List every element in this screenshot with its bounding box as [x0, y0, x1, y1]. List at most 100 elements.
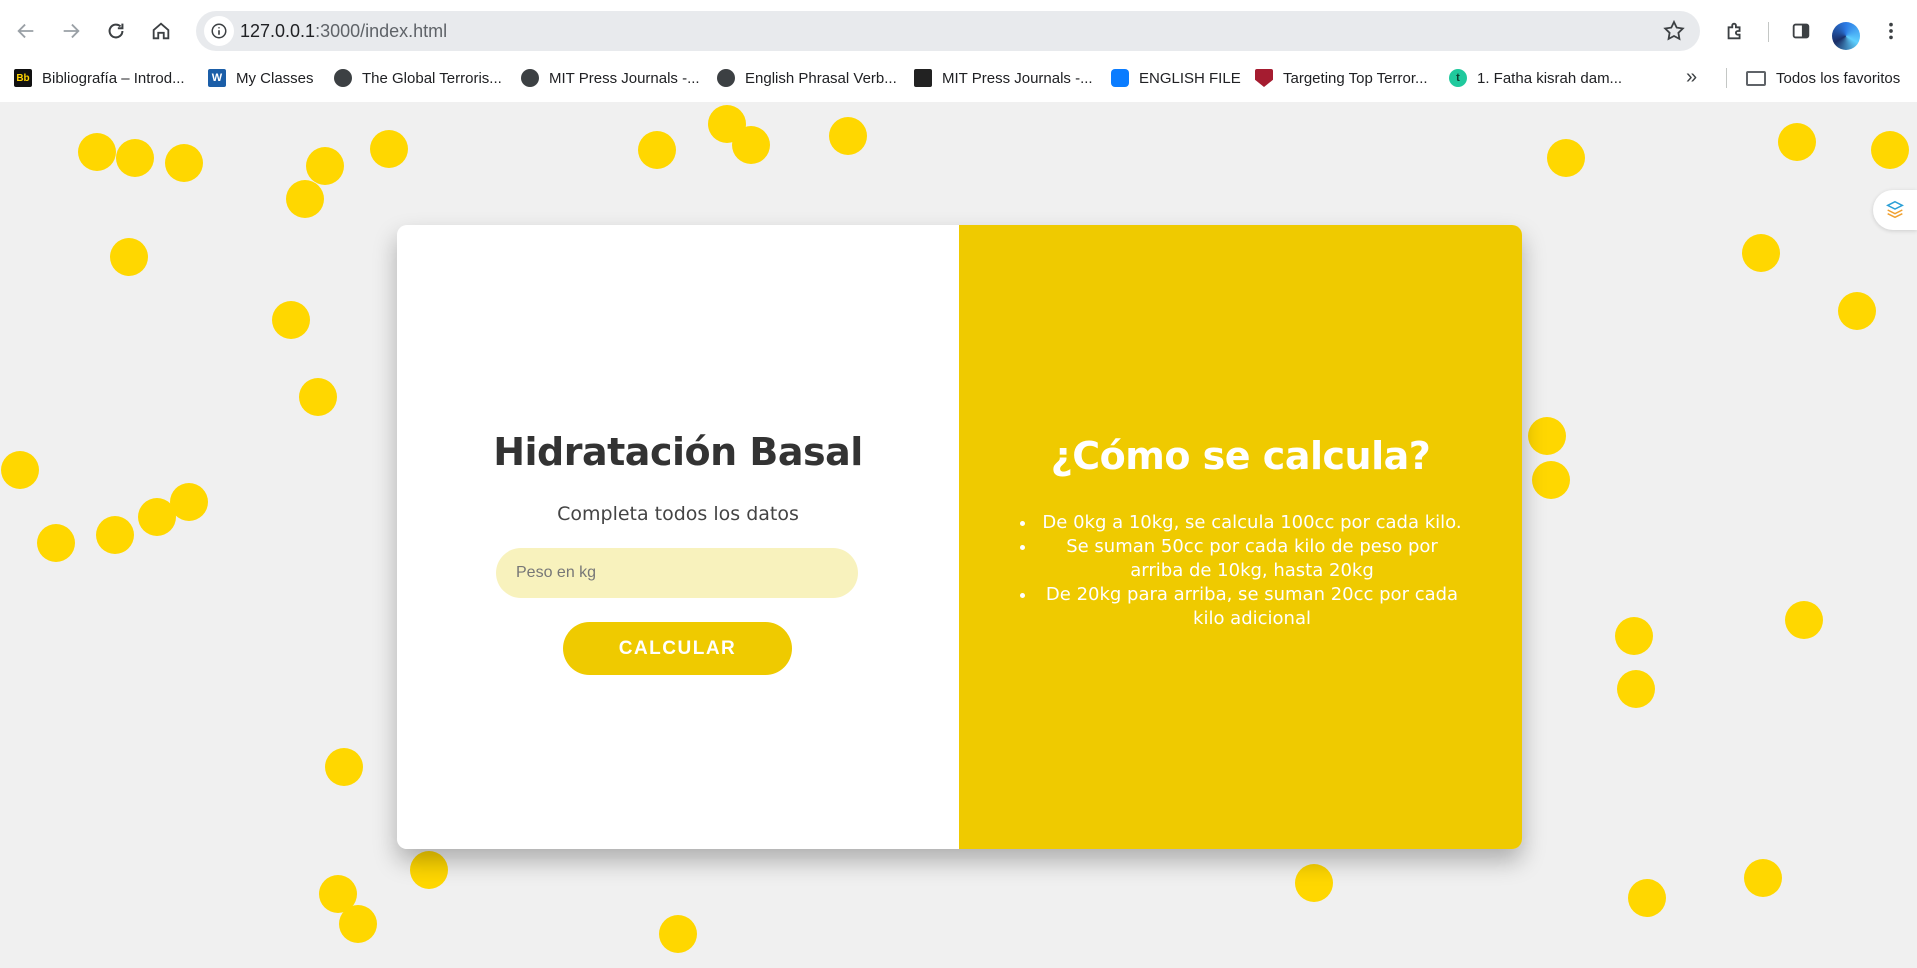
bookmark-item[interactable]: Targeting Top Terror... — [1255, 64, 1428, 92]
all-bookmarks-label: Todos los favoritos — [1776, 69, 1901, 87]
confetti-dot — [1295, 864, 1333, 902]
confetti-dot — [286, 180, 324, 218]
bookmark-label: Bibliografía – Introd... — [42, 69, 185, 87]
confetti-dot — [299, 378, 337, 416]
bookmark-label: The Global Terroris... — [362, 69, 502, 87]
globe-icon — [717, 69, 735, 87]
info-title: ¿Cómo se calcula? — [1050, 434, 1431, 478]
extensions-button[interactable] — [1720, 16, 1750, 46]
site-info-button[interactable] — [204, 16, 234, 46]
page-title: Hidratación Basal — [493, 430, 863, 474]
bookmark-item[interactable]: MIT Press Journals -... — [521, 64, 700, 92]
side-panel-button[interactable] — [1786, 16, 1816, 46]
confetti-dot — [659, 915, 697, 953]
info-icon — [211, 23, 227, 39]
confetti-dot — [638, 131, 676, 169]
form-subtitle: Completa todos los datos — [557, 503, 799, 525]
bookmark-item[interactable]: t 1. Fatha kisrah dam... — [1449, 64, 1622, 92]
weight-input[interactable] — [496, 548, 858, 598]
confetti-dot — [1838, 292, 1876, 330]
extension-side-tab[interactable] — [1873, 190, 1917, 230]
confetti-dot — [1528, 417, 1566, 455]
url-path: :3000/index.html — [315, 21, 448, 41]
confetti-dot — [1744, 859, 1782, 897]
bookmarks-divider — [1726, 68, 1727, 88]
bookmark-star-icon[interactable] — [1662, 19, 1686, 43]
t-icon: t — [1449, 69, 1467, 87]
globe-icon — [521, 69, 539, 87]
reload-icon — [108, 23, 124, 39]
extension-icon — [1886, 200, 1904, 219]
globe-icon — [334, 69, 352, 87]
confetti-dot — [96, 516, 134, 554]
confetti-dot — [370, 130, 408, 168]
home-button[interactable] — [144, 14, 178, 48]
more-bookmarks-chevron-icon[interactable]: » — [1686, 66, 1697, 89]
bookmark-item[interactable]: MIT Press Journals -... — [914, 64, 1093, 92]
bookmark-item[interactable]: Bb Bibliografía – Introd... — [14, 64, 185, 92]
confetti-dot — [1742, 234, 1780, 272]
forward-arrow-icon — [63, 23, 80, 39]
hydration-card: Hidratación Basal Completa todos los dat… — [397, 225, 1522, 849]
bookmark-item[interactable]: The Global Terroris... — [334, 64, 502, 92]
reload-button[interactable] — [99, 14, 133, 48]
side-panel-icon — [1792, 23, 1810, 39]
url-host: 127.0.0.1 — [240, 21, 316, 41]
confetti-dot — [170, 483, 208, 521]
bookmark-label: MIT Press Journals -... — [549, 69, 700, 87]
confetti-dot — [1628, 879, 1666, 917]
mit-icon — [914, 69, 932, 87]
rules-list: De 0kg a 10kg, se calcula 100cc por cada… — [1037, 511, 1467, 631]
folder-icon — [1746, 70, 1766, 86]
forward-button[interactable] — [54, 14, 88, 48]
bookmark-item[interactable]: W My Classes — [208, 64, 314, 92]
harvard-icon — [1255, 69, 1273, 87]
confetti-dot — [325, 748, 363, 786]
info-panel: ¿Cómo se calcula? De 0kg a 10kg, se calc… — [959, 225, 1522, 849]
bookmark-item[interactable]: English Phrasal Verb... — [717, 64, 897, 92]
bookmark-item[interactable]: ENGLISH FILE — [1111, 64, 1241, 92]
form-panel: Hidratación Basal Completa todos los dat… — [397, 225, 959, 849]
confetti-dot — [1785, 601, 1823, 639]
bookmark-label: My Classes — [236, 69, 314, 87]
profile-avatar[interactable] — [1832, 22, 1860, 50]
confetti-dot — [1547, 139, 1585, 177]
home-icon — [152, 22, 170, 40]
confetti-dot — [1778, 123, 1816, 161]
confetti-dot — [732, 126, 770, 164]
vk-icon — [1111, 69, 1129, 87]
confetti-dot — [1532, 461, 1570, 499]
bookmark-label: MIT Press Journals -... — [942, 69, 1093, 87]
confetti-dot — [78, 133, 116, 171]
rule-item: De 20kg para arriba, se suman 20cc por c… — [1037, 583, 1467, 631]
confetti-dot — [1617, 670, 1655, 708]
confetti-dot — [410, 851, 448, 889]
confetti-dot — [37, 524, 75, 562]
rule-item: De 0kg a 10kg, se calcula 100cc por cada… — [1037, 511, 1467, 535]
word-icon: W — [208, 69, 226, 87]
blackboard-icon: Bb — [14, 69, 32, 87]
bookmark-label: English Phrasal Verb... — [745, 69, 897, 87]
back-button[interactable] — [9, 14, 43, 48]
confetti-dot — [110, 238, 148, 276]
menu-button[interactable] — [1876, 16, 1906, 46]
rule-item: Se suman 50cc por cada kilo de peso por … — [1037, 535, 1467, 583]
confetti-dot — [1615, 617, 1653, 655]
puzzle-icon — [1727, 22, 1741, 40]
bookmark-label: 1. Fatha kisrah dam... — [1477, 69, 1623, 87]
confetti-dot — [272, 301, 310, 339]
bookmarks-bar: Bb Bibliografía – Introd... W My Classes T… — [0, 64, 1917, 92]
confetti-dot — [306, 147, 344, 185]
browser-toolbar: 127.0.0.1:3000/index.html — [0, 8, 1917, 54]
confetti-dot — [339, 905, 377, 943]
confetti-dot — [1, 451, 39, 489]
calculate-button[interactable]: CALCULAR — [563, 622, 792, 675]
address-bar[interactable]: 127.0.0.1:3000/index.html — [196, 11, 1700, 51]
confetti-dot — [829, 117, 867, 155]
url-text[interactable]: 127.0.0.1:3000/index.html — [240, 21, 447, 42]
all-bookmarks-button[interactable]: Todos los favoritos — [1746, 64, 1900, 92]
confetti-dot — [116, 139, 154, 177]
bookmark-label: ENGLISH FILE — [1139, 69, 1241, 87]
back-arrow-icon — [17, 23, 34, 39]
browser-chrome: 127.0.0.1:3000/index.html Bb Bibliografía… — [0, 0, 1917, 102]
